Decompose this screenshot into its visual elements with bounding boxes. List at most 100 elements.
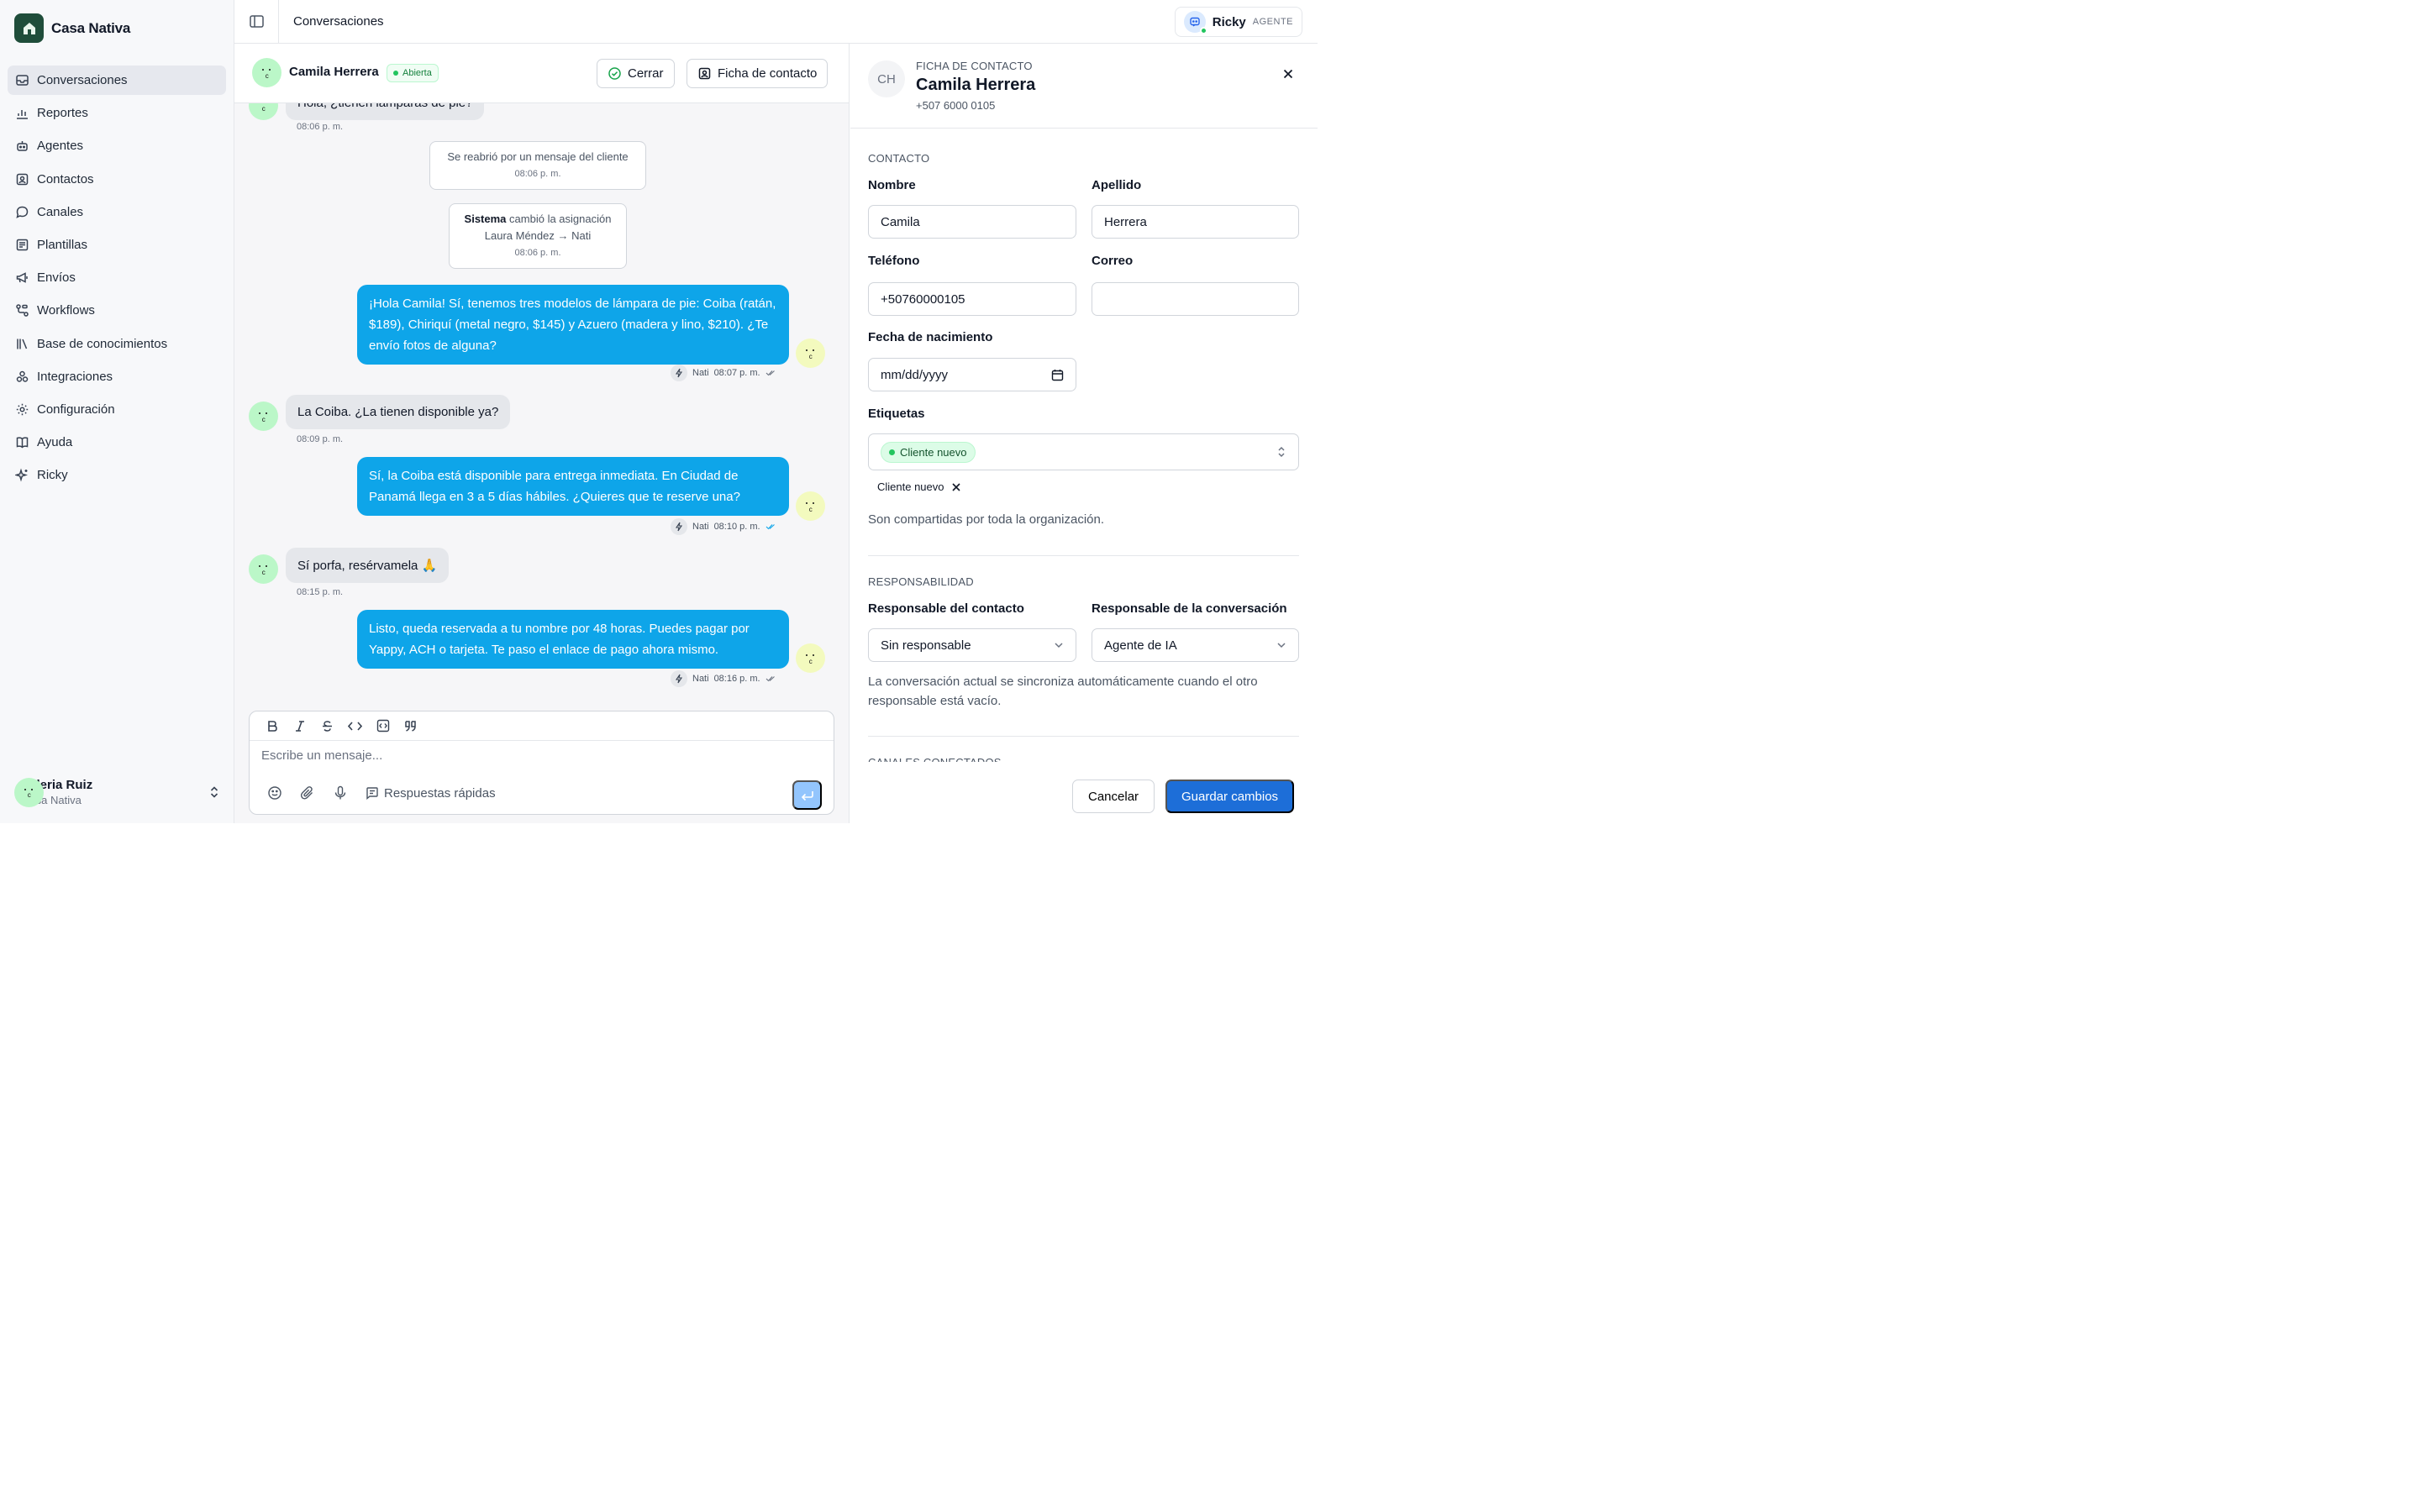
template-icon xyxy=(15,238,29,252)
paperclip-icon[interactable] xyxy=(300,785,315,801)
sidebar-item-label: Ayuda xyxy=(37,435,73,450)
sidebar-item-label: Envíos xyxy=(37,270,76,286)
top-header: Conversaciones Ricky AGENTE xyxy=(234,0,1318,44)
sidebar-item-base-de-conocimientos[interactable]: Base de conocimientos xyxy=(8,329,226,359)
message-time: 08:15 p. m. xyxy=(297,587,344,597)
avatar xyxy=(796,339,825,368)
message-incoming: La Coiba. ¿La tienen disponible ya? xyxy=(286,395,511,429)
sidebar-item-conversaciones[interactable]: Conversaciones xyxy=(8,66,226,95)
message-composer: Respuestas rápidas xyxy=(249,711,834,815)
chevron-up-down-icon[interactable] xyxy=(208,785,220,799)
message-author: Nati xyxy=(692,674,709,684)
sidebar-item-contactos[interactable]: Contactos xyxy=(8,165,226,194)
conversation-pane: Camila Herrera Abierta Cerrar Ficha de c… xyxy=(234,44,850,823)
sidebar: Casa Nativa Conversaciones Reportes Agen… xyxy=(0,0,234,823)
send-button[interactable] xyxy=(792,780,822,810)
page-title: Conversaciones xyxy=(293,14,384,29)
user-menu[interactable]: Valeria Ruiz Casa Nativa xyxy=(14,777,220,807)
message-time: 08:07 p. m. xyxy=(713,368,760,378)
message-square-icon xyxy=(366,786,379,800)
sidebar-toggle-icon[interactable] xyxy=(249,13,265,29)
sidebar-item-integraciones[interactable]: Integraciones xyxy=(8,362,226,391)
integrations-icon xyxy=(15,370,29,384)
bot-icon xyxy=(15,139,29,153)
contact-owner-select[interactable]: Sin responsable xyxy=(868,628,1076,662)
sidebar-item-label: Ricky xyxy=(37,468,68,483)
quote-icon[interactable] xyxy=(402,718,418,734)
sidebar-item-reportes[interactable]: Reportes xyxy=(8,98,226,128)
code-icon[interactable] xyxy=(347,718,363,734)
double-check-icon xyxy=(765,369,776,377)
tag-chip: Cliente nuevo xyxy=(877,480,961,493)
divider xyxy=(278,0,279,44)
close-icon[interactable] xyxy=(1281,67,1295,81)
italic-icon[interactable] xyxy=(292,718,308,734)
email-field[interactable] xyxy=(1092,282,1299,316)
message-input[interactable] xyxy=(261,748,799,763)
avatar xyxy=(249,554,278,584)
brand-logo xyxy=(14,13,44,43)
online-indicator xyxy=(1199,27,1207,34)
panel-kicker: FICHA DE CONTACTO xyxy=(916,60,1033,72)
book-icon xyxy=(15,435,29,449)
message-time: 08:16 p. m. xyxy=(713,674,760,684)
sidebar-item-ayuda[interactable]: Ayuda xyxy=(8,428,226,457)
system-event-text: Se reabrió por un mensaje del cliente xyxy=(447,150,629,163)
first-name-field[interactable]: Camila xyxy=(868,205,1076,239)
double-check-icon xyxy=(765,675,776,683)
code-block-icon[interactable] xyxy=(375,718,391,734)
brand[interactable]: Casa Nativa xyxy=(14,13,130,43)
contact-owner-label: Responsable del contacto xyxy=(868,601,1024,616)
sidebar-nav: Conversaciones Reportes Agentes Contacto… xyxy=(8,66,226,493)
quick-replies-button[interactable]: Respuestas rápidas xyxy=(366,786,496,801)
sidebar-item-plantillas[interactable]: Plantillas xyxy=(8,230,226,260)
megaphone-icon xyxy=(15,270,29,285)
phone-field[interactable]: +50760000105 xyxy=(868,282,1076,316)
library-icon xyxy=(15,337,29,351)
contacts-icon xyxy=(15,172,29,186)
avatar xyxy=(796,491,825,521)
formatting-toolbar xyxy=(250,711,834,741)
chevron-down-icon xyxy=(1054,642,1064,648)
conversation-owner-select[interactable]: Agente de IA xyxy=(1092,628,1299,662)
section-heading-contact: CONTACTO xyxy=(868,152,930,165)
cancel-button[interactable]: Cancelar xyxy=(1072,780,1155,813)
message-meta: Nati 08:07 p. m. xyxy=(671,365,776,381)
agent-selector[interactable]: Ricky AGENTE xyxy=(1174,7,1302,37)
bot-chat-icon xyxy=(1189,16,1201,28)
panel-contact-phone: +507 6000 0105 xyxy=(916,99,996,112)
divider xyxy=(868,736,1299,737)
contact-card-label: Ficha de contacto xyxy=(718,66,818,81)
sidebar-item-envios[interactable]: Envíos xyxy=(8,263,226,292)
gear-icon xyxy=(15,402,29,417)
tags-select[interactable]: Cliente nuevo xyxy=(868,433,1299,470)
sidebar-item-canales[interactable]: Canales xyxy=(8,197,226,227)
system-action: cambió la asignación xyxy=(509,213,612,225)
agent-name: Ricky xyxy=(1212,14,1246,29)
sidebar-item-label: Configuración xyxy=(37,402,115,417)
emoji-icon[interactable] xyxy=(267,785,282,801)
tag-pill-label: Cliente nuevo xyxy=(900,445,967,459)
remove-tag-icon[interactable] xyxy=(951,482,961,492)
sidebar-item-ricky[interactable]: Ricky xyxy=(8,460,226,490)
bold-icon[interactable] xyxy=(264,718,280,734)
strikethrough-icon[interactable] xyxy=(319,718,335,734)
check-circle-icon xyxy=(608,66,622,81)
contact-panel: CH FICHA DE CONTACTO Camila Herrera +507… xyxy=(850,44,1318,823)
quick-replies-label: Respuestas rápidas xyxy=(384,785,496,801)
last-name-field[interactable]: Herrera xyxy=(1092,205,1299,239)
message-outgoing: Sí, la Coiba está disponible para entreg… xyxy=(357,457,789,516)
chat-bubble-icon xyxy=(15,205,29,219)
close-conversation-button[interactable]: Cerrar xyxy=(597,59,675,88)
calendar-icon[interactable] xyxy=(1051,369,1064,381)
sidebar-item-agentes[interactable]: Agentes xyxy=(8,131,226,160)
microphone-icon[interactable] xyxy=(333,785,348,801)
bolt-icon xyxy=(671,365,687,381)
sidebar-item-configuracion[interactable]: Configuración xyxy=(8,395,226,424)
contact-card-button[interactable]: Ficha de contacto xyxy=(687,59,829,88)
save-button[interactable]: Guardar cambios xyxy=(1165,780,1295,813)
birthdate-field[interactable]: mm/dd/yyyy xyxy=(868,358,1076,391)
sidebar-item-workflows[interactable]: Workflows xyxy=(8,296,226,325)
chevron-up-down-icon xyxy=(1276,445,1286,459)
double-check-icon xyxy=(765,522,776,531)
